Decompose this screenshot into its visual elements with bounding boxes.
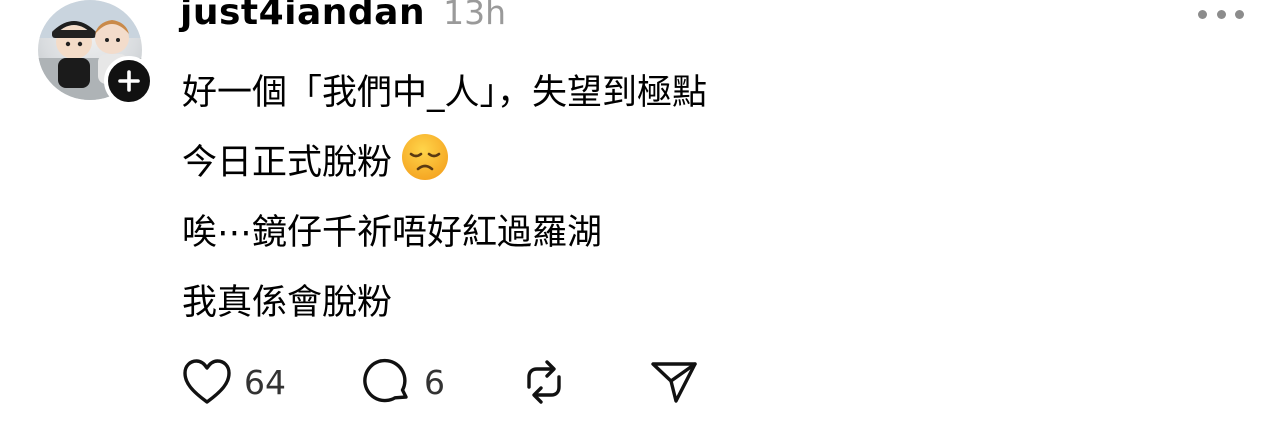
- more-icon-dot: [1235, 9, 1244, 19]
- post-body: 好一個「我們中_人」，失望到極點 今日正式脫粉 唉⋯鏡仔千祈唔好紅過羅湖 我真係…: [182, 58, 707, 338]
- username[interactable]: just4iandan: [180, 0, 425, 33]
- comment-count: 6: [424, 362, 445, 402]
- more-icon: [1198, 9, 1207, 19]
- more-icon-dot: [1216, 9, 1226, 19]
- repost-icon: [527, 360, 561, 404]
- action-bar: 64 6: [182, 354, 699, 410]
- like-button[interactable]: 64: [182, 358, 286, 406]
- post-line: 我真係會脫粉: [182, 283, 393, 323]
- post-line-with-emoji: 今日正式脫粉: [182, 128, 707, 198]
- post-line-text: 今日正式脫粉: [182, 143, 393, 183]
- share-button[interactable]: [649, 357, 699, 407]
- post-header: just4iandan 13h: [180, 0, 506, 40]
- repost-button[interactable]: [519, 357, 569, 407]
- like-count: 64: [244, 362, 286, 402]
- post-line: 好一個「我們中_人」，失望到極點: [182, 73, 708, 113]
- more-options-button[interactable]: [1198, 2, 1244, 26]
- share-icon: [651, 362, 697, 403]
- heart-icon: [183, 359, 231, 404]
- comment-icon: [363, 358, 408, 403]
- disappointed-face-icon: [402, 134, 449, 180]
- plus-icon: [118, 70, 140, 92]
- follow-button[interactable]: [104, 56, 154, 106]
- timestamp: 13h: [443, 0, 507, 32]
- post-line: 唉⋯鏡仔千祈唔好紅過羅湖: [182, 213, 603, 253]
- comment-button[interactable]: 6: [362, 357, 445, 407]
